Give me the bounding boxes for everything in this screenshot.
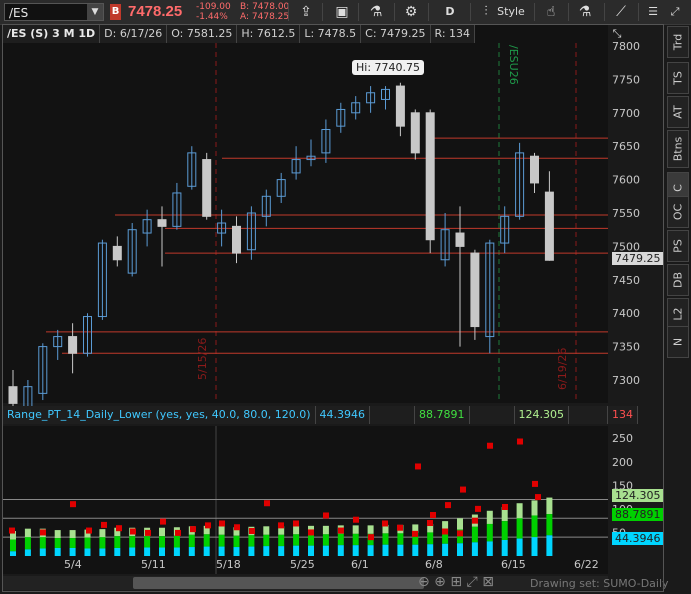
tab-label: TS bbox=[671, 71, 685, 85]
tab-at[interactable]: AT bbox=[667, 96, 689, 128]
chart-frame bbox=[2, 24, 664, 592]
tab-trd[interactable]: Trd bbox=[667, 26, 689, 58]
tab-label: L2 bbox=[671, 307, 685, 321]
tab-label: AT bbox=[671, 105, 685, 119]
tab-ps[interactable]: PS bbox=[667, 230, 689, 262]
tab-label: DB bbox=[671, 271, 685, 289]
tab-oc[interactable]: OC bbox=[667, 196, 689, 228]
tab-btns[interactable]: Btns bbox=[667, 130, 689, 168]
tab-label: Btns bbox=[671, 136, 685, 162]
tab-db[interactable]: DB bbox=[667, 264, 689, 296]
tab-n[interactable]: N bbox=[667, 326, 689, 358]
tab-label: OC bbox=[671, 203, 685, 221]
tab-label: PS bbox=[671, 239, 685, 253]
tab-ts[interactable]: TS bbox=[667, 62, 689, 94]
tab-label: Trd bbox=[671, 33, 685, 51]
tab-label: N bbox=[671, 337, 685, 347]
tab-label: C bbox=[671, 184, 685, 192]
